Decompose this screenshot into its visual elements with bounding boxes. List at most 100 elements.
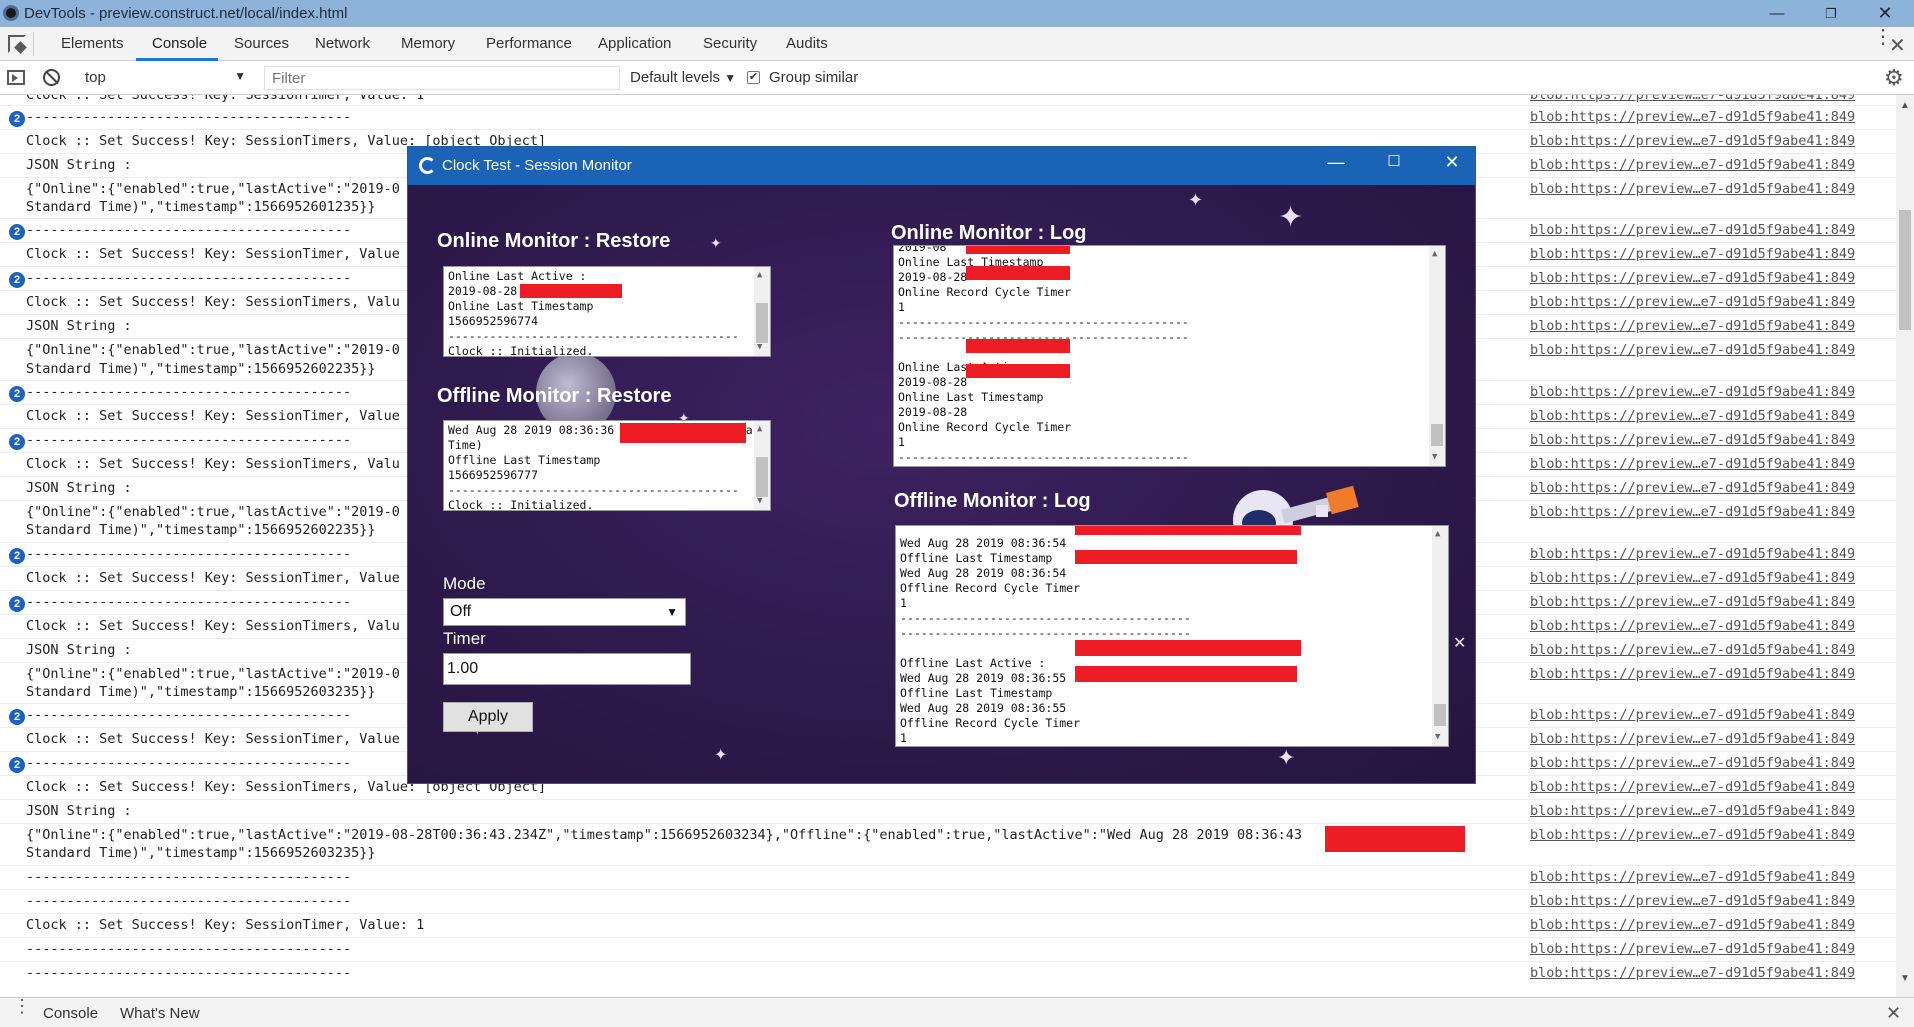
console-message: Standard Time)","timestamp":156695260123… xyxy=(26,199,376,215)
apply-button[interactable]: Apply xyxy=(443,702,533,732)
tab-audits[interactable]: Audits xyxy=(786,35,828,52)
drawer-tab-whats-new[interactable]: What's New xyxy=(120,1005,200,1022)
source-link[interactable]: blob:https://preview…e7-d91d5f9abe41:849 xyxy=(1530,827,1855,843)
source-link[interactable]: blob:https://preview…e7-d91d5f9abe41:849 xyxy=(1530,917,1855,933)
show-sidebar-icon[interactable] xyxy=(7,70,25,85)
console-message: ---------------------------------------- xyxy=(26,109,352,125)
gear-icon[interactable]: ⚙ xyxy=(1884,65,1904,91)
source-link[interactable]: blob:https://preview…e7-d91d5f9abe41:849 xyxy=(1530,893,1855,909)
scrollbar-thumb[interactable] xyxy=(756,303,768,343)
close-window-icon[interactable]: ✕ xyxy=(1860,0,1910,27)
console-toolbar: top ▼ Default levels ▼ ✔ Group similar ⚙ xyxy=(0,61,1914,95)
tab-application[interactable]: Application xyxy=(598,35,671,52)
source-link[interactable]: blob:https://preview…e7-d91d5f9abe41:849 xyxy=(1530,95,1855,103)
source-link[interactable]: blob:https://preview…e7-d91d5f9abe41:849 xyxy=(1530,408,1855,424)
more-options-icon[interactable]: ⋮ xyxy=(1873,27,1893,47)
tab-console[interactable]: Console xyxy=(152,35,207,52)
source-link[interactable]: blob:https://preview…e7-d91d5f9abe41:849 xyxy=(1530,504,1855,520)
scroll-up-icon[interactable]: ▲ xyxy=(1432,247,1437,262)
tab-sources[interactable]: Sources xyxy=(234,35,289,52)
scroll-up-icon[interactable]: ▲ xyxy=(1900,100,1910,111)
online-restore-log[interactable]: Online Last Active : 2019-08-28 Online L… xyxy=(443,266,771,357)
tab-memory[interactable]: Memory xyxy=(401,35,455,52)
source-link[interactable]: blob:https://preview…e7-d91d5f9abe41:849 xyxy=(1530,731,1855,747)
redaction xyxy=(966,266,1070,280)
scroll-up-icon[interactable]: ▲ xyxy=(1435,527,1440,542)
mode-select[interactable]: Off ▼ xyxy=(443,598,686,626)
row-divider xyxy=(0,129,1896,130)
drawer-tab-console[interactable]: Console xyxy=(43,1005,98,1022)
tab-performance[interactable]: Performance xyxy=(486,35,572,52)
source-link[interactable]: blob:https://preview…e7-d91d5f9abe41:849 xyxy=(1530,755,1855,771)
scrollbar-thumb[interactable] xyxy=(1434,704,1446,726)
source-link[interactable]: blob:https://preview…e7-d91d5f9abe41:849 xyxy=(1530,384,1855,400)
console-message: {"Online":{"enabled":true,"lastActive":"… xyxy=(26,181,400,197)
source-link[interactable]: blob:https://preview…e7-d91d5f9abe41:849 xyxy=(1530,432,1855,448)
scrollbar-thumb[interactable] xyxy=(756,457,768,497)
source-link[interactable]: blob:https://preview…e7-d91d5f9abe41:849 xyxy=(1530,618,1855,634)
source-link[interactable]: blob:https://preview…e7-d91d5f9abe41:849 xyxy=(1530,270,1855,286)
console-message: ---------------------------------------- xyxy=(26,384,352,400)
source-link[interactable]: blob:https://preview…e7-d91d5f9abe41:849 xyxy=(1530,456,1855,472)
tab-elements[interactable]: Elements xyxy=(61,35,124,52)
restore-icon[interactable]: ❐ xyxy=(1806,0,1856,27)
source-link[interactable]: blob:https://preview…e7-d91d5f9abe41:849 xyxy=(1530,157,1855,173)
log-scrollbar[interactable]: ▲ ▼ xyxy=(754,267,770,356)
scroll-down-icon[interactable]: ▼ xyxy=(1900,973,1910,984)
source-link[interactable]: blob:https://preview…e7-d91d5f9abe41:849 xyxy=(1530,803,1855,819)
console-message: Clock :: Set Success! Key: SessionTimers… xyxy=(26,294,400,310)
online-monitor-log[interactable]: 2019-08 Online Last Timestamp 2019-08-28… xyxy=(893,245,1446,467)
row-divider xyxy=(0,105,1896,106)
minimize-icon[interactable]: — xyxy=(1316,152,1356,173)
log-scrollbar[interactable]: ▲ ▼ xyxy=(754,421,770,510)
scroll-down-icon[interactable]: ▼ xyxy=(757,494,762,509)
source-link[interactable]: blob:https://preview…e7-d91d5f9abe41:849 xyxy=(1530,222,1855,238)
drawer-menu-icon[interactable]: ⋮ xyxy=(13,997,31,1015)
maximize-icon[interactable]: ☐ xyxy=(1374,152,1414,170)
clear-console-icon[interactable] xyxy=(43,69,60,86)
scroll-down-icon[interactable]: ▼ xyxy=(757,340,762,355)
context-selector[interactable]: top ▼ xyxy=(78,65,250,90)
log-scrollbar[interactable]: ▲ ▼ xyxy=(1432,526,1448,746)
close-window-icon[interactable]: ✕ xyxy=(1432,152,1472,173)
close-devtools-icon[interactable]: ✕ xyxy=(1889,33,1906,58)
scrollbar-thumb[interactable] xyxy=(1431,424,1443,446)
tab-security[interactable]: Security xyxy=(703,35,757,52)
minimize-icon[interactable]: — xyxy=(1752,0,1802,27)
source-link[interactable]: blob:https://preview…e7-d91d5f9abe41:849 xyxy=(1530,342,1855,358)
offline-restore-log[interactable]: Wed Aug 28 2019 08:36:36 Standard Time) … xyxy=(443,420,771,511)
source-link[interactable]: blob:https://preview…e7-d91d5f9abe41:849 xyxy=(1530,570,1855,586)
source-link[interactable]: blob:https://preview…e7-d91d5f9abe41:849 xyxy=(1530,546,1855,562)
source-link[interactable]: blob:https://preview…e7-d91d5f9abe41:849 xyxy=(1530,594,1855,610)
scroll-down-icon[interactable]: ▼ xyxy=(1432,450,1437,465)
source-link[interactable]: blob:https://preview…e7-d91d5f9abe41:849 xyxy=(1530,779,1855,795)
offline-monitor-log[interactable]: Wed Aug 28 2019 08:36:54 Offline Last Ti… xyxy=(895,525,1449,747)
scroll-up-icon[interactable]: ▲ xyxy=(757,422,762,437)
scrollbar-thumb[interactable] xyxy=(1899,210,1911,330)
source-link[interactable]: blob:https://preview…e7-d91d5f9abe41:849 xyxy=(1530,133,1855,149)
console-scrollbar[interactable]: ▲ ▼ xyxy=(1896,95,1914,997)
tab-network[interactable]: Network xyxy=(315,35,370,52)
log-levels-dropdown[interactable]: Default levels ▼ xyxy=(630,69,736,86)
log-scrollbar[interactable]: ▲ ▼ xyxy=(1429,246,1445,466)
source-link[interactable]: blob:https://preview…e7-d91d5f9abe41:849 xyxy=(1530,109,1855,125)
source-link[interactable]: blob:https://preview…e7-d91d5f9abe41:849 xyxy=(1530,941,1855,957)
source-link[interactable]: blob:https://preview…e7-d91d5f9abe41:849 xyxy=(1530,294,1855,310)
source-link[interactable]: blob:https://preview…e7-d91d5f9abe41:849 xyxy=(1530,181,1855,197)
timer-input[interactable]: 1.00 xyxy=(443,653,691,685)
source-link[interactable]: blob:https://preview…e7-d91d5f9abe41:849 xyxy=(1530,480,1855,496)
scroll-down-icon[interactable]: ▼ xyxy=(1435,730,1440,745)
group-similar-checkbox[interactable]: ✔ xyxy=(747,71,760,84)
source-link[interactable]: blob:https://preview…e7-d91d5f9abe41:849 xyxy=(1530,246,1855,262)
scroll-up-icon[interactable]: ▲ xyxy=(757,268,762,283)
row-divider xyxy=(0,937,1896,938)
source-link[interactable]: blob:https://preview…e7-d91d5f9abe41:849 xyxy=(1530,318,1855,334)
source-link[interactable]: blob:https://preview…e7-d91d5f9abe41:849 xyxy=(1530,869,1855,885)
filter-input[interactable] xyxy=(264,66,620,90)
close-drawer-icon[interactable]: ✕ xyxy=(1886,1003,1901,1024)
star-icon: ✦ xyxy=(1277,745,1296,770)
source-link[interactable]: blob:https://preview…e7-d91d5f9abe41:849 xyxy=(1530,707,1855,723)
source-link[interactable]: blob:https://preview…e7-d91d5f9abe41:849 xyxy=(1530,965,1855,981)
source-link[interactable]: blob:https://preview…e7-d91d5f9abe41:849 xyxy=(1530,642,1855,658)
source-link[interactable]: blob:https://preview…e7-d91d5f9abe41:849 xyxy=(1530,666,1855,682)
